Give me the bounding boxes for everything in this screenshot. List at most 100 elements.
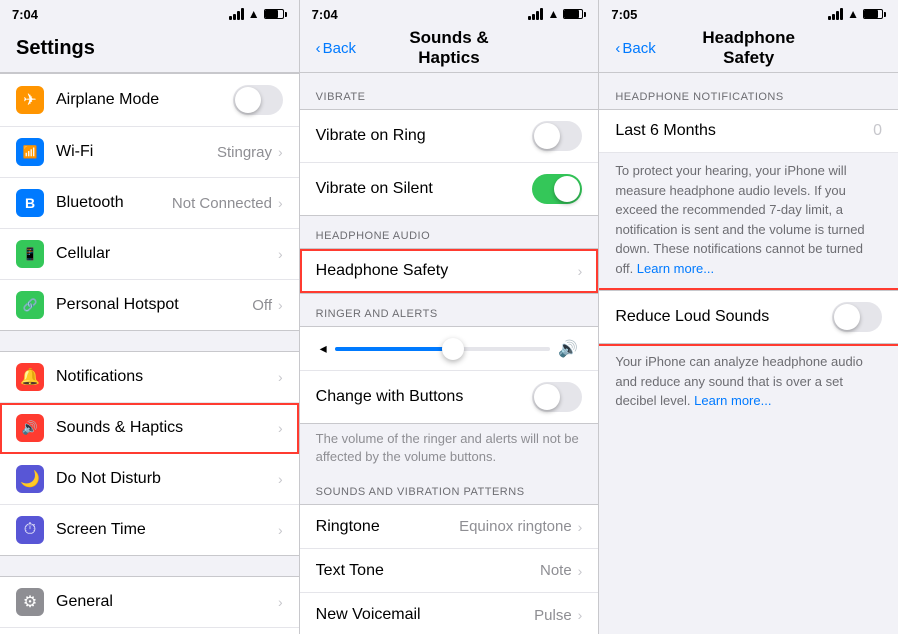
sounds-icon: 🔊 (16, 414, 44, 442)
ringtone-row[interactable]: Ringtone Equinox ringtone › (300, 505, 599, 549)
change-with-buttons-row[interactable]: Change with Buttons (300, 371, 599, 423)
reduce-loud-sounds-row[interactable]: Reduce Loud Sounds (599, 290, 898, 344)
wifi-icon-2: ▲ (547, 7, 559, 21)
vibrate-silent-toggle[interactable] (532, 174, 582, 204)
time-2: 7:04 (312, 7, 338, 22)
bluetooth-icon: B (16, 189, 44, 217)
reduce-loud-toggle[interactable] (832, 302, 882, 332)
headphone-safety-label: Headphone Safety (316, 262, 578, 280)
notifications-row[interactable]: 🔔 Notifications › (0, 352, 299, 403)
sounds-haptics-row[interactable]: 🔊 Sounds & Haptics › (0, 403, 299, 454)
signal-icon-2 (528, 8, 543, 20)
hotspot-icon: 🔗 (16, 291, 44, 319)
back-button-3[interactable]: ‹ Back (615, 40, 655, 57)
dnd-chevron: › (278, 471, 283, 487)
vibrate-group: Vibrate on Ring Vibrate on Silent (300, 109, 599, 216)
settings-group-connectivity: ✈ Airplane Mode 📶 Wi-Fi Stingray › B Blu… (0, 73, 299, 331)
settings-panel: 7:04 ▲ Settings ✈ Airpl (0, 0, 300, 634)
wifi-icon-3: ▲ (847, 7, 859, 21)
bluetooth-chevron: › (278, 195, 283, 211)
control-center-row[interactable]: ⊞ Control Center › (0, 628, 299, 634)
headphone-audio-header: HEADPHONE AUDIO (300, 216, 599, 248)
hotspot-label: Personal Hotspot (56, 296, 252, 314)
status-bar-1: 7:04 ▲ (0, 0, 299, 28)
cellular-icon: 📱 (16, 240, 44, 268)
vibrate-section-header: VIBRATE (300, 73, 599, 109)
settings-group-general: ⚙ General › ⊞ Control Center › AA Displa… (0, 576, 299, 634)
airplane-mode-icon: ✈ (16, 86, 44, 114)
hs-description-text: To protect your hearing, your iPhone wil… (615, 163, 864, 276)
airplane-mode-toggle[interactable] (233, 85, 283, 115)
back-label-2: Back (323, 40, 356, 57)
back-label-3: Back (622, 40, 655, 57)
text-tone-value: Note (540, 562, 572, 579)
notifications-label: Notifications (56, 368, 278, 386)
wifi-chevron: › (278, 144, 283, 160)
new-voicemail-row[interactable]: New Voicemail Pulse › (300, 593, 599, 634)
notifications-chevron: › (278, 369, 283, 385)
last-6-months-row[interactable]: Last 6 Months 0 (599, 109, 898, 153)
cellular-label: Cellular (56, 245, 278, 263)
page-title-1: Settings (16, 37, 95, 60)
change-buttons-label: Change with Buttons (316, 388, 533, 406)
page-title-2: Sounds & Haptics (382, 28, 515, 68)
general-row[interactable]: ⚙ General › (0, 577, 299, 628)
general-icon: ⚙ (16, 588, 44, 616)
do-not-disturb-row[interactable]: 🌙 Do Not Disturb › (0, 454, 299, 505)
bluetooth-value: Not Connected (172, 195, 272, 212)
notifications-icon: 🔔 (16, 363, 44, 391)
status-bar-2: 7:04 ▲ (300, 0, 599, 28)
headphone-safety-row[interactable]: Headphone Safety › (300, 249, 599, 293)
battery-icon-2 (563, 9, 586, 19)
bluetooth-label: Bluetooth (56, 194, 172, 212)
slider-track[interactable] (335, 347, 551, 351)
signal-icon-3 (828, 8, 843, 20)
volume-high-icon: 🔊 (558, 339, 578, 359)
text-tone-row[interactable]: Text Tone Note › (300, 549, 599, 593)
settings-list: ✈ Airplane Mode 📶 Wi-Fi Stingray › B Blu… (0, 73, 299, 634)
vibrate-on-silent-row[interactable]: Vibrate on Silent (300, 163, 599, 215)
ringtone-value: Equinox ringtone (459, 518, 572, 535)
vibrate-ring-toggle[interactable] (532, 121, 582, 151)
personal-hotspot-row[interactable]: 🔗 Personal Hotspot Off › (0, 280, 299, 330)
text-tone-chevron: › (578, 563, 583, 579)
screen-time-row[interactable]: ⏱ Screen Time › (0, 505, 299, 555)
voicemail-value: Pulse (534, 607, 572, 624)
battery-icon (264, 9, 287, 19)
learn-more-link-2[interactable]: Learn more... (694, 393, 771, 408)
change-buttons-toggle[interactable] (532, 382, 582, 412)
airplane-mode-row[interactable]: ✈ Airplane Mode (0, 74, 299, 127)
time-3: 7:05 (611, 7, 637, 22)
cellular-chevron: › (278, 246, 283, 262)
change-buttons-subtext: The volume of the ringer and alerts will… (300, 424, 599, 476)
volume-low-icon: ◂ (320, 340, 327, 357)
text-tone-label: Text Tone (316, 562, 540, 580)
bluetooth-row[interactable]: B Bluetooth Not Connected › (0, 178, 299, 229)
page-title-3: Headphone Safety (682, 28, 815, 68)
last-6-label: Last 6 Months (615, 122, 873, 140)
back-arrow-icon: ‹ (316, 40, 321, 57)
airplane-mode-label: Airplane Mode (56, 91, 233, 109)
wifi-icon-row: 📶 (16, 138, 44, 166)
vibrate-on-ring-row[interactable]: Vibrate on Ring (300, 110, 599, 163)
ringer-group: ◂ 🔊 Change with Buttons (300, 326, 599, 424)
hs-notifications-header: HEADPHONE NOTIFICATIONS (599, 73, 898, 109)
ringtone-chevron: › (578, 519, 583, 535)
wifi-value: Stingray (217, 144, 272, 161)
cellular-row[interactable]: 📱 Cellular › (0, 229, 299, 280)
wifi-icon: ▲ (248, 7, 260, 21)
wifi-row[interactable]: 📶 Wi-Fi Stingray › (0, 127, 299, 178)
status-icons-1: ▲ (229, 7, 287, 21)
voicemail-chevron: › (578, 607, 583, 623)
headphone-safety-chevron: › (578, 263, 583, 279)
learn-more-link-1[interactable]: Learn more... (637, 261, 714, 276)
slider-thumb[interactable] (442, 338, 464, 360)
hotspot-chevron: › (278, 297, 283, 313)
volume-slider[interactable]: ◂ 🔊 (316, 339, 583, 359)
back-button-2[interactable]: ‹ Back (316, 40, 356, 57)
ringtone-label: Ringtone (316, 518, 459, 536)
signal-icon (229, 8, 244, 20)
screen-time-chevron: › (278, 522, 283, 538)
sounds-settings-list: VIBRATE Vibrate on Ring Vibrate on Silen… (300, 73, 599, 634)
patterns-header: SOUNDS AND VIBRATION PATTERNS (300, 476, 599, 504)
